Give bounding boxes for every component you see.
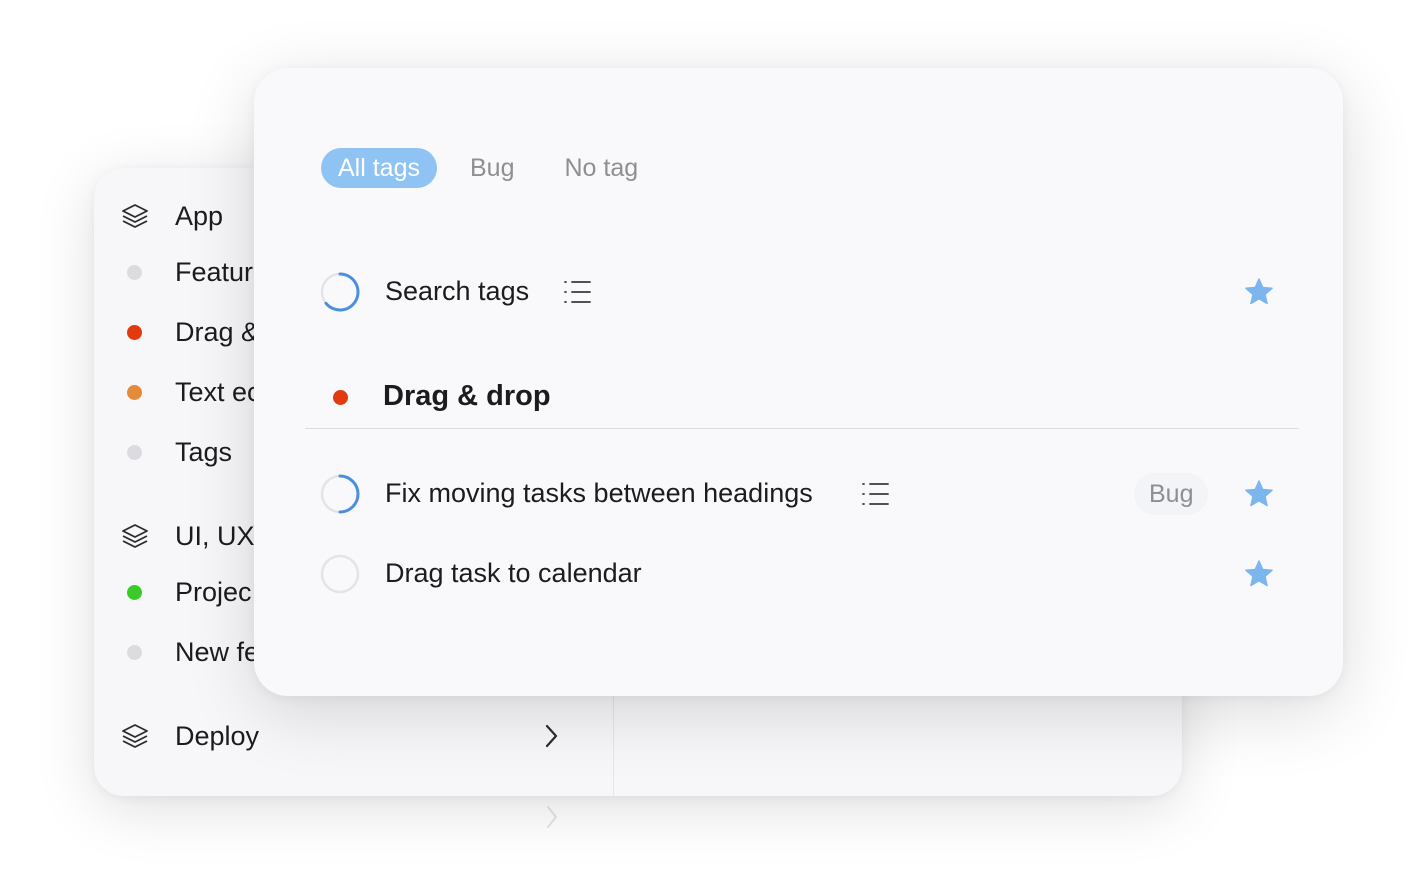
sidebar-item-label: Deploy [175, 720, 260, 751]
tab-no-tag[interactable]: No tag [547, 148, 655, 188]
layers-icon [120, 521, 150, 551]
tag-filter-bar: All tags Bug No tag [321, 148, 671, 188]
heading-divider [305, 428, 1299, 429]
tag-badge[interactable]: Bug [1134, 473, 1209, 515]
project-color-dot [127, 384, 142, 400]
task-title: Search tags [385, 276, 530, 306]
notes-icon [562, 278, 592, 306]
layers-icon [120, 201, 150, 231]
sidebar-item-label: Tags [175, 436, 233, 467]
task-row[interactable]: Fix moving tasks between headings Bug [320, 472, 1280, 516]
chevron-right-icon [542, 803, 562, 831]
layers-icon [120, 721, 150, 751]
tab-all-tags[interactable]: All tags [321, 148, 437, 188]
project-color-dot [127, 644, 142, 660]
sidebar-item-label: App [175, 200, 224, 231]
sidebar-item-label: UI, UX [175, 520, 255, 551]
sidebar-item-label: Text ec [175, 376, 261, 407]
sidebar-item-label: Projec [175, 576, 252, 607]
task-title: Fix moving tasks between headings [385, 478, 813, 508]
task-row[interactable]: Search tags [320, 270, 1280, 314]
task-progress-checkbox[interactable] [320, 474, 360, 514]
tab-bug[interactable]: Bug [453, 148, 531, 188]
heading-title: Drag & drop [383, 380, 551, 412]
sidebar-item-label: New fe [175, 636, 260, 667]
sidebar-item-label: Drag & [175, 316, 260, 347]
project-color-dot [127, 324, 142, 340]
tasks-window: All tags Bug No tag Search tags Drag & d… [254, 68, 1343, 696]
star-icon[interactable] [1243, 478, 1275, 510]
task-title: Drag task to calendar [385, 558, 642, 588]
section-heading: Drag & drop [330, 378, 1260, 418]
task-row[interactable]: Drag task to calendar [320, 552, 1280, 596]
task-checkbox[interactable] [320, 554, 360, 594]
chevron-right-icon[interactable] [541, 721, 561, 751]
sidebar-item-label: Featur [175, 256, 254, 287]
notes-icon [860, 480, 890, 508]
star-icon[interactable] [1243, 276, 1275, 308]
pane-divider [613, 688, 614, 796]
task-progress-checkbox[interactable] [320, 272, 360, 312]
sidebar-group-deploy[interactable]: Deploy [94, 716, 604, 756]
project-color-dot [127, 584, 142, 600]
project-color-dot [127, 444, 142, 460]
project-color-dot [127, 264, 142, 280]
heading-color-dot [333, 390, 348, 405]
star-icon[interactable] [1243, 558, 1275, 590]
